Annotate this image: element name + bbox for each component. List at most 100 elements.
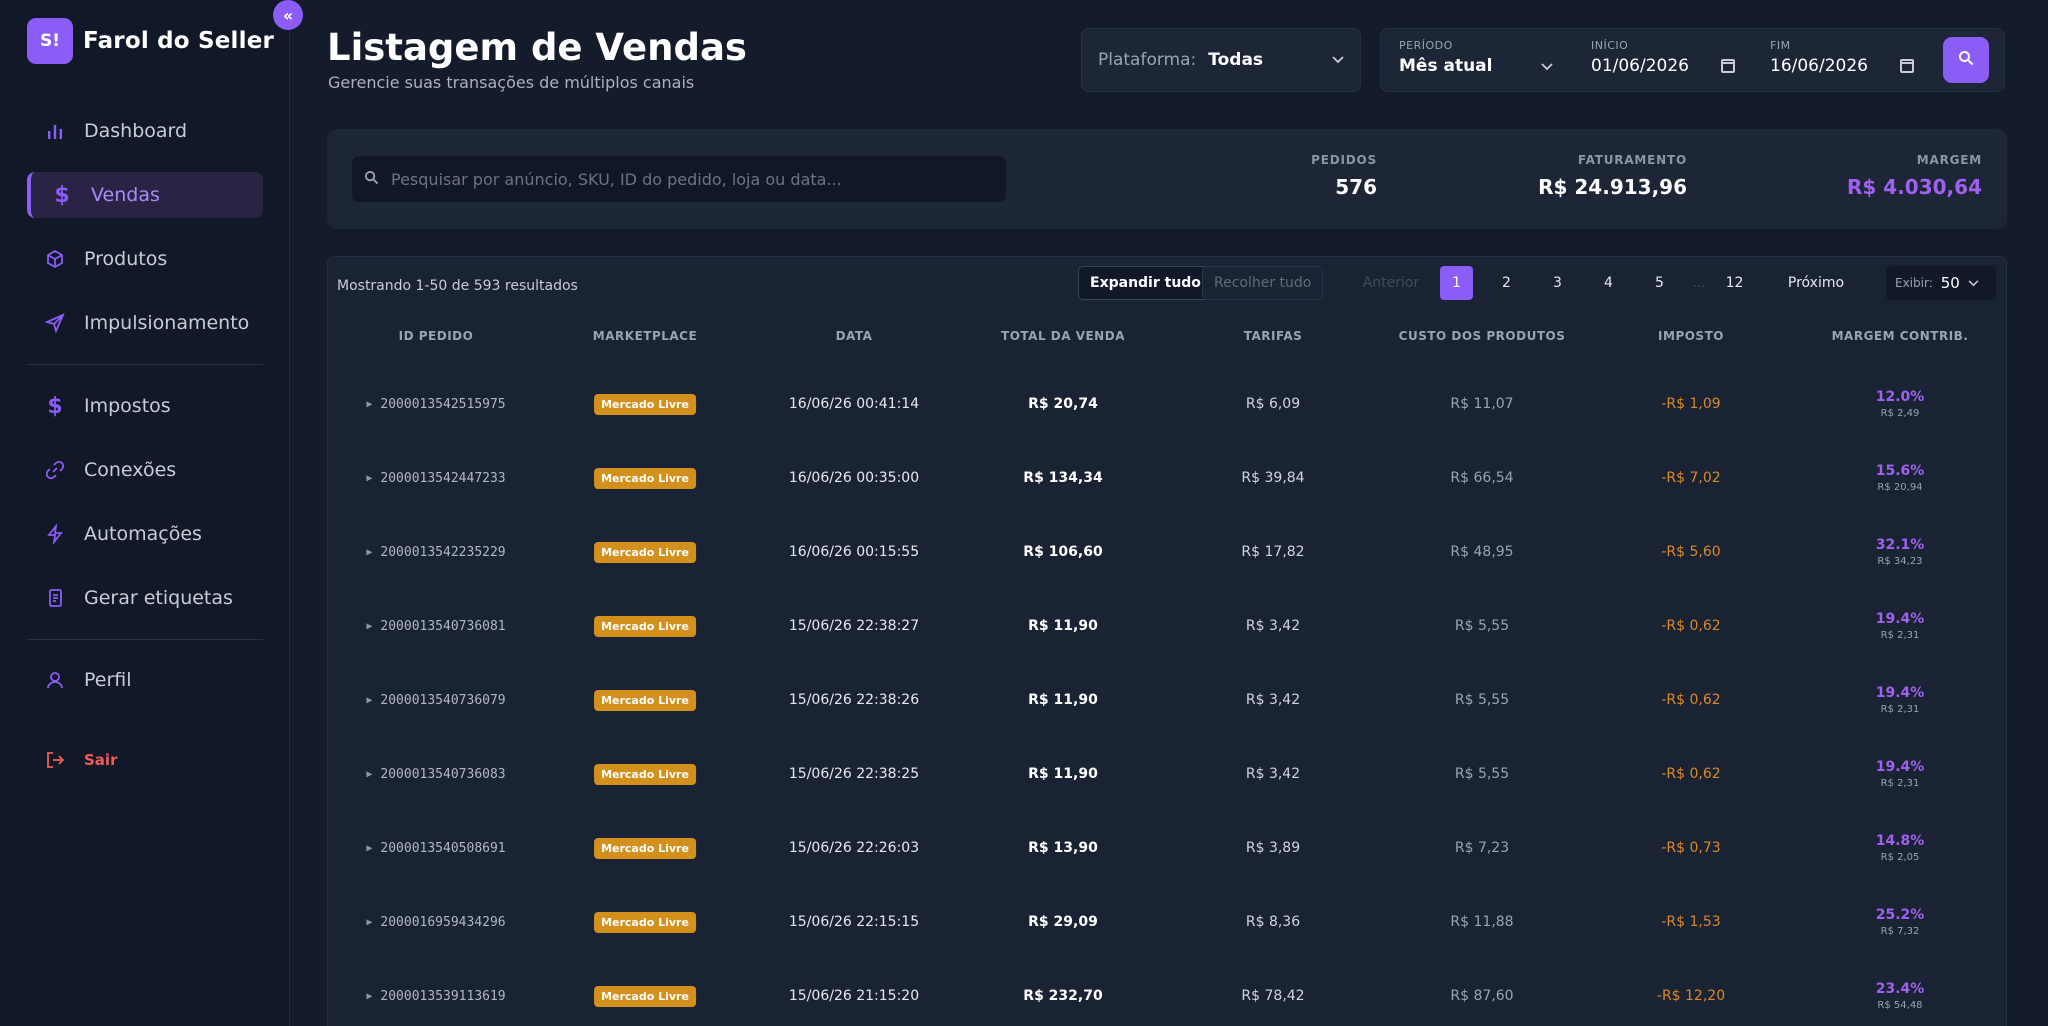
- per-page-select[interactable]: Exibir: 50: [1886, 266, 1996, 300]
- search-icon: [1958, 50, 1974, 70]
- table-row[interactable]: ▶ 2000013540736081 Mercado Livre 15/06/26 2…: [328, 589, 2008, 663]
- margin-cell: 19.4% R$ 2,31: [1876, 589, 1925, 663]
- expand-row-icon[interactable]: ▶: [366, 621, 372, 632]
- table-row[interactable]: ▶ 2000013540508691 Mercado Livre 15/06/26 2…: [328, 811, 2008, 885]
- expand-row-icon[interactable]: ▶: [366, 473, 372, 484]
- sidebar-item-impulsionamento[interactable]: Impulsionamento: [27, 300, 263, 346]
- pagination-next[interactable]: Próximo: [1776, 266, 1856, 300]
- calendar-icon[interactable]: [1900, 59, 1914, 73]
- order-id-cell[interactable]: ▶ 2000013540736083: [366, 737, 505, 811]
- table-row[interactable]: ▶ 2000013542235229 Mercado Livre 16/06/26 0…: [328, 515, 2008, 589]
- pagination-page[interactable]: 1: [1440, 266, 1473, 300]
- sidebar-item-produtos[interactable]: Produtos: [27, 236, 263, 282]
- start-date-value: 01/06/2026: [1591, 56, 1689, 76]
- collapse-all-button[interactable]: Recolher tudo: [1202, 266, 1324, 300]
- calendar-icon[interactable]: [1721, 59, 1735, 73]
- table-row[interactable]: ▶ 2000013539113619 Mercado Livre 15/06/26 2…: [328, 959, 2008, 1026]
- order-id-cell[interactable]: ▶ 2000013542235229: [366, 515, 505, 589]
- sidebar-item-label: Conexões: [84, 459, 177, 481]
- apply-filter-button[interactable]: [1943, 37, 1989, 83]
- table-row[interactable]: ▶ 2000016959434296 Mercado Livre 15/06/26 2…: [328, 885, 2008, 959]
- stat-revenue-label: FATURAMENTO: [1577, 153, 1687, 167]
- column-header[interactable]: MARKETPLACE: [593, 329, 697, 343]
- pagination-page[interactable]: 4: [1592, 266, 1625, 300]
- order-id-cell[interactable]: ▶ 2000013540736079: [366, 663, 505, 737]
- expand-row-icon[interactable]: ▶: [366, 769, 372, 780]
- table-row[interactable]: ▶ 2000013540736083 Mercado Livre 15/06/26 2…: [328, 737, 2008, 811]
- sidebar-item-gerar-etiquetas[interactable]: Gerar etiquetas: [27, 575, 263, 621]
- tax-cell: -R$ 0,73: [1661, 840, 1721, 856]
- order-id-cell[interactable]: ▶ 2000013540736081: [366, 589, 505, 663]
- pagination-page[interactable]: 2: [1490, 266, 1523, 300]
- table-row[interactable]: ▶ 2000013542447233 Mercado Livre 16/06/26 0…: [328, 441, 2008, 515]
- margin-cell: 15.6% R$ 20,94: [1876, 441, 1925, 515]
- column-header[interactable]: TARIFAS: [1244, 329, 1303, 343]
- platform-value: Todas: [1208, 50, 1264, 70]
- column-header[interactable]: ID PEDIDO: [399, 329, 474, 343]
- expand-row-icon[interactable]: ▶: [366, 991, 372, 1002]
- column-header[interactable]: IMPOSTO: [1658, 329, 1724, 343]
- fees-cell: R$ 3,42: [1245, 692, 1301, 708]
- start-date-field[interactable]: INÍCIO 01/06/2026: [1591, 39, 1735, 76]
- sidebar-item-automacoes[interactable]: Automações: [27, 511, 263, 557]
- expand-row-icon[interactable]: ▶: [366, 695, 372, 706]
- logout-button[interactable]: Sair: [27, 737, 263, 783]
- marketplace-cell: Mercado Livre: [594, 441, 696, 515]
- cost-cell: R$ 5,55: [1454, 618, 1510, 634]
- expand-row-icon[interactable]: ▶: [366, 547, 372, 558]
- total-cell: R$ 11,90: [1028, 692, 1098, 708]
- order-id: 2000013539113619: [380, 988, 506, 1004]
- margin-amount: R$ 2,31: [1880, 630, 1920, 641]
- logout-label: Sair: [84, 751, 118, 769]
- pagination-page[interactable]: 5: [1643, 266, 1676, 300]
- search-icon: [364, 170, 379, 189]
- tax-cell: -R$ 1,53: [1661, 914, 1721, 930]
- collapse-sidebar-button[interactable]: «: [273, 0, 303, 30]
- user-icon: [44, 669, 66, 691]
- column-header[interactable]: MARGEM CONTRIB.: [1832, 329, 1969, 343]
- period-value: Mês atual: [1399, 56, 1493, 76]
- start-label: INÍCIO: [1591, 39, 1629, 52]
- total-cell: R$ 106,60: [1023, 544, 1103, 560]
- order-id-cell[interactable]: ▶ 2000016959434296: [366, 885, 505, 959]
- margin-amount: R$ 2,31: [1880, 704, 1920, 715]
- order-id-cell[interactable]: ▶ 2000013542515975: [366, 367, 505, 441]
- sidebar-item-perfil[interactable]: Perfil: [27, 657, 263, 703]
- expand-row-icon[interactable]: ▶: [366, 399, 372, 410]
- platform-label: Plataforma:: [1098, 50, 1197, 70]
- order-id-cell[interactable]: ▶ 2000013540508691: [366, 811, 505, 885]
- order-id-cell[interactable]: ▶ 2000013539113619: [366, 959, 505, 1026]
- marketplace-badge: Mercado Livre: [594, 985, 696, 1007]
- expand-row-icon[interactable]: ▶: [366, 917, 372, 928]
- date-cell: 15/06/26 22:38:27: [788, 618, 920, 634]
- search-field[interactable]: [352, 156, 1006, 202]
- table-row[interactable]: ▶ 2000013542515975 Mercado Livre 16/06/26 0…: [328, 367, 2008, 441]
- stat-orders-label: PEDIDOS: [1311, 153, 1377, 167]
- marketplace-badge: Mercado Livre: [594, 911, 696, 933]
- end-date-field[interactable]: FIM 16/06/2026: [1770, 39, 1914, 76]
- pagination-page[interactable]: 3: [1541, 266, 1574, 300]
- column-header[interactable]: TOTAL DA VENDA: [1001, 329, 1125, 343]
- cost-cell: R$ 7,23: [1454, 840, 1510, 856]
- pagination-page[interactable]: 12: [1718, 266, 1751, 300]
- sidebar-item-conexoes[interactable]: Conexões: [27, 447, 263, 493]
- platform-select[interactable]: Plataforma: Todas: [1081, 28, 1361, 92]
- order-id: 2000013540736081: [380, 618, 506, 634]
- search-input[interactable]: [391, 169, 1006, 189]
- pagination-prev[interactable]: Anterior: [1356, 266, 1426, 300]
- cost-cell: R$ 5,55: [1454, 692, 1510, 708]
- sidebar-item-dashboard[interactable]: Dashboard: [27, 108, 263, 154]
- period-select[interactable]: PERÍODO Mês atual: [1399, 39, 1553, 76]
- column-header[interactable]: DATA: [836, 329, 873, 343]
- sidebar-item-impostos[interactable]: $ Impostos: [27, 383, 263, 429]
- table-row[interactable]: ▶ 2000013540736079 Mercado Livre 15/06/26 2…: [328, 663, 2008, 737]
- expand-row-icon[interactable]: ▶: [366, 843, 372, 854]
- expand-all-button[interactable]: Expandir tudo: [1078, 266, 1213, 300]
- tax-cell: -R$ 7,02: [1661, 470, 1721, 486]
- sidebar-item-vendas[interactable]: $ Vendas: [27, 172, 263, 218]
- margin-percent: 23.4%: [1875, 981, 1925, 997]
- margin-percent: 19.4%: [1875, 611, 1925, 627]
- column-header[interactable]: CUSTO DOS PRODUTOS: [1399, 329, 1566, 343]
- order-id-cell[interactable]: ▶ 2000013542447233: [366, 441, 505, 515]
- brand[interactable]: S! Farol do Seller: [27, 18, 274, 64]
